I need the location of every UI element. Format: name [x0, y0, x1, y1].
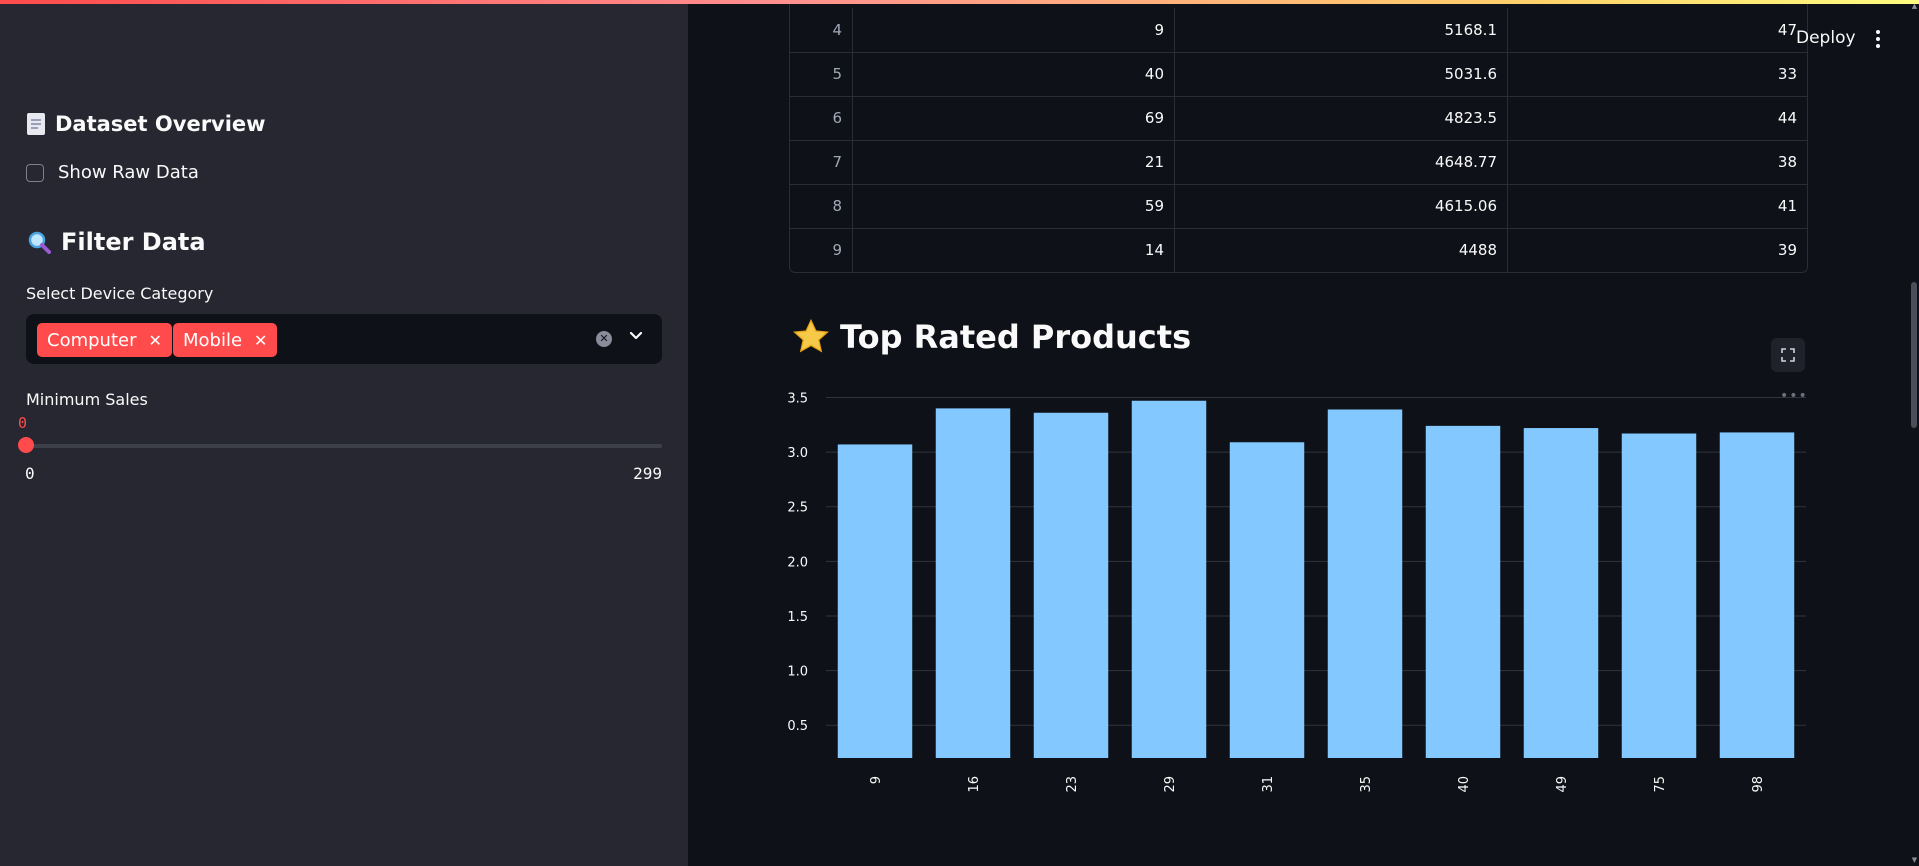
table-cell: 33 [1777, 65, 1797, 83]
remove-computer-icon[interactable]: ✕ [148, 331, 161, 350]
min-sales-min-label: 0 [25, 464, 35, 483]
sidebar: Dataset Overview Show Raw Data Filter Da… [0, 0, 688, 866]
device-category-label: Select Device Category [26, 284, 214, 303]
fullscreen-button[interactable] [1771, 338, 1805, 372]
filter-data-heading: Filter Data [27, 228, 206, 256]
table-cell: 14 [853, 228, 1175, 272]
table-row: 5 40 5031.6 33 [790, 52, 1807, 97]
expand-icon [1781, 348, 1795, 362]
min-sales-slider-track[interactable] [26, 444, 662, 448]
tag-computer-label: Computer [47, 329, 137, 351]
clear-all-icon[interactable]: ✕ [596, 331, 612, 347]
row-index: 5 [790, 52, 853, 96]
table-row: 8 59 4615.06 41 [790, 184, 1807, 229]
table-cell: 4615.06 [1175, 184, 1508, 228]
table-cell: 21 [853, 140, 1175, 184]
row-index: 9 [790, 228, 853, 272]
top-accent-bar [0, 0, 1919, 4]
scroll-down-icon[interactable]: ▼ [1910, 856, 1919, 864]
filter-data-title: Filter Data [61, 228, 206, 256]
chevron-down-icon[interactable] [628, 328, 644, 344]
table-cell: 4648.77 [1175, 140, 1508, 184]
show-raw-data-label[interactable]: Show Raw Data [58, 162, 199, 183]
remove-mobile-icon[interactable]: ✕ [254, 331, 267, 350]
page-scrollbar[interactable] [1910, 0, 1919, 866]
table-cell: 5031.6 [1175, 52, 1508, 96]
min-sales-label: Minimum Sales [26, 390, 148, 409]
table-row: 6 69 4823.5 44 [790, 96, 1807, 141]
table-cell: 44 [1777, 109, 1797, 127]
tag-mobile: Mobile ✕ [173, 323, 278, 357]
row-index: 4 [790, 8, 853, 52]
row-index: 8 [790, 184, 853, 228]
data-table[interactable]: 4 9 5168.1 47 5 40 5031.6 33 6 69 4823.5… [789, 0, 1808, 273]
min-sales-max-label: 299 [633, 464, 662, 483]
dataset-overview-title: Dataset Overview [55, 112, 266, 136]
table-cell: 41 [1777, 197, 1797, 215]
table-row: 9 14 4488 39 [790, 228, 1807, 272]
min-sales-current-value: 0 [18, 414, 28, 432]
table-cell: 39 [1777, 241, 1797, 259]
table-row: 7 21 4648.77 38 [790, 140, 1807, 185]
table-cell: 5168.1 [1175, 8, 1508, 52]
star-icon [793, 318, 829, 353]
table-cell: 38 [1777, 153, 1797, 171]
table-cell: 4488 [1175, 228, 1508, 272]
magnifier-icon [28, 231, 51, 254]
table-cell: 59 [853, 184, 1175, 228]
tag-mobile-label: Mobile [183, 329, 243, 351]
table-cell: 69 [853, 96, 1175, 140]
main-menu-icon[interactable] [1875, 30, 1881, 48]
chart-more-options-icon[interactable]: ••• [1780, 388, 1808, 404]
chart-section-title: Top Rated Products [840, 318, 1192, 356]
table-cell: 4823.5 [1175, 96, 1508, 140]
device-category-multiselect[interactable]: Computer ✕ Mobile ✕ ✕ [26, 314, 662, 364]
table-cell: 9 [853, 8, 1175, 52]
min-sales-slider-thumb[interactable] [18, 437, 34, 453]
table-cell: 47 [1777, 21, 1797, 39]
page-scrollbar-thumb[interactable] [1911, 282, 1917, 428]
document-icon [27, 113, 45, 135]
row-index: 6 [790, 96, 853, 140]
dataset-overview-heading: Dataset Overview [27, 112, 266, 136]
deploy-button[interactable]: Deploy [1796, 28, 1856, 48]
tag-computer: Computer ✕ [37, 323, 172, 357]
table-cell: 40 [853, 52, 1175, 96]
row-index: 7 [790, 140, 853, 184]
show-raw-data-checkbox[interactable] [26, 164, 44, 182]
chart-section-heading: Top Rated Products [792, 318, 1191, 356]
table-row: 4 9 5168.1 47 [790, 8, 1807, 53]
